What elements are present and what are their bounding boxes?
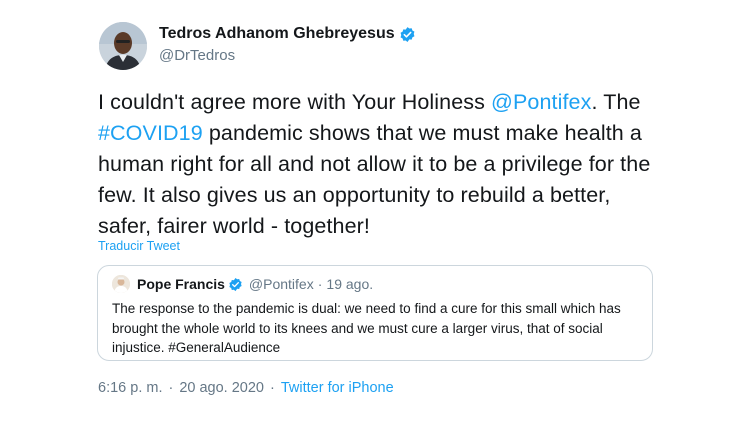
tweet-time[interactable]: 6:16 p. m.	[98, 380, 162, 396]
quoted-tweet-text: The response to the pandemic is dual: we…	[112, 299, 642, 358]
quoted-avatar[interactable]	[112, 275, 130, 293]
tweet-source-link[interactable]: Twitter for iPhone	[281, 380, 394, 396]
quoted-hashtag: #GeneralAudience	[168, 340, 281, 355]
quoted-separator: ·	[317, 276, 323, 292]
tweet-card[interactable]: Tedros Adhanom Ghebreyesus @DrTedros I c…	[0, 0, 750, 422]
tweet-text-part: I couldn't agree more with Your Holiness	[98, 90, 492, 114]
author-name[interactable]: Tedros Adhanom Ghebreyesus	[159, 25, 395, 43]
quoted-tweet[interactable]: Pope Francis @Pontifex · 19 ago. The res…	[97, 265, 653, 361]
tweet-text: I couldn't agree more with Your Holiness…	[98, 87, 658, 242]
quoted-author-handle[interactable]: @Pontifex	[249, 276, 314, 292]
author-handle[interactable]: @DrTedros	[159, 47, 416, 64]
author-avatar[interactable]	[99, 22, 147, 70]
tweet-text-part: . The	[591, 90, 641, 114]
meta-separator: ·	[168, 380, 174, 396]
hashtag-link[interactable]: #COVID19	[98, 121, 203, 145]
mention-link[interactable]: @Pontifex	[491, 90, 591, 114]
translate-tweet-link[interactable]: Traducir Tweet	[98, 239, 180, 253]
tweet-date[interactable]: 20 ago. 2020	[179, 380, 264, 396]
author-info: Tedros Adhanom Ghebreyesus @DrTedros	[159, 25, 416, 64]
tweet-meta: 6:16 p. m. · 20 ago. 2020 · Twitter for …	[98, 380, 394, 396]
quoted-timestamp[interactable]: 19 ago.	[326, 276, 373, 292]
verified-badge-icon	[399, 26, 416, 43]
verified-badge-icon	[228, 277, 243, 292]
quoted-author-name[interactable]: Pope Francis	[137, 276, 225, 292]
meta-separator: ·	[270, 380, 275, 396]
